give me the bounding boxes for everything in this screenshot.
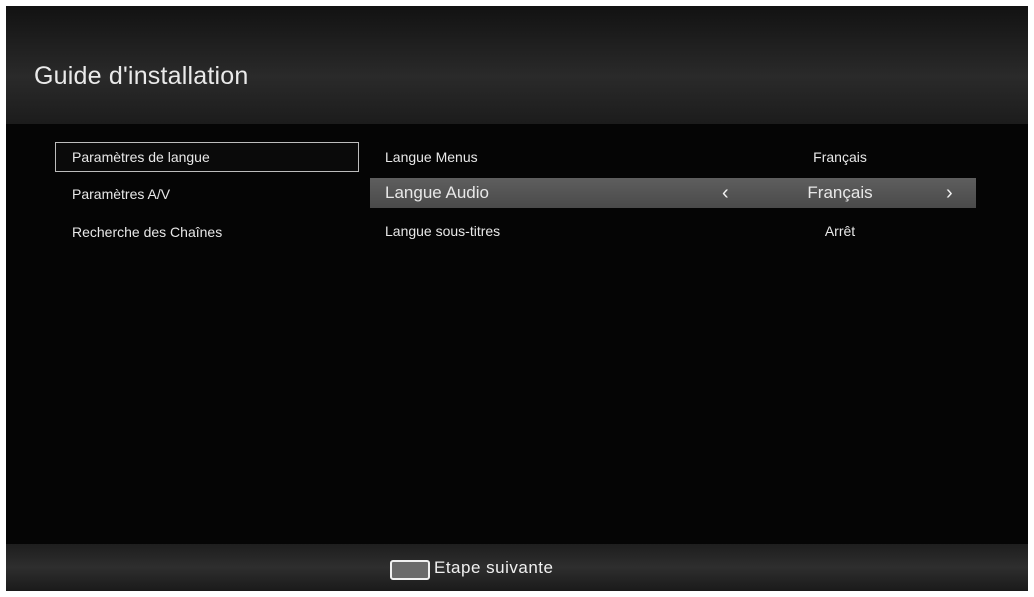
green-key-icon[interactable] bbox=[390, 560, 430, 580]
sidebar-item-channel-search[interactable]: Recherche des Chaînes bbox=[55, 217, 359, 247]
sidebar-item-label: Paramètres A/V bbox=[72, 186, 171, 202]
content-area: Paramètres de langue Paramètres A/V Rech… bbox=[6, 124, 1028, 544]
next-step-label: Etape suivante bbox=[434, 558, 554, 577]
header-bar: Guide d'installation bbox=[6, 6, 1028, 124]
chevron-right-icon[interactable]: › bbox=[946, 178, 953, 208]
sidebar-item-av-settings[interactable]: Paramètres A/V bbox=[55, 179, 359, 209]
setting-value: Français bbox=[807, 183, 873, 202]
setting-row-audio-language[interactable]: Langue Audio ‹ Français › bbox=[370, 178, 976, 208]
setting-row-menu-language[interactable]: Langue Menus Français bbox=[370, 142, 976, 172]
tv-screen: Guide d'installation Paramètres de langu… bbox=[6, 6, 1028, 591]
setting-value: Français bbox=[813, 149, 867, 165]
setting-label: Langue sous-titres bbox=[385, 223, 501, 239]
footer-bar: Etape suivante bbox=[6, 544, 1028, 591]
page-title: Guide d'installation bbox=[34, 62, 249, 90]
setting-label: Langue Audio bbox=[385, 183, 489, 202]
sidebar-item-label: Paramètres de langue bbox=[72, 149, 210, 165]
sidebar-item-language-settings[interactable]: Paramètres de langue bbox=[55, 142, 359, 172]
chevron-left-icon[interactable]: ‹ bbox=[722, 178, 729, 208]
setting-row-subtitle-language[interactable]: Langue sous-titres Arrêt bbox=[370, 216, 976, 246]
setting-value: Arrêt bbox=[824, 223, 856, 239]
setting-label: Langue Menus bbox=[385, 149, 478, 165]
sidebar-item-label: Recherche des Chaînes bbox=[72, 224, 223, 240]
